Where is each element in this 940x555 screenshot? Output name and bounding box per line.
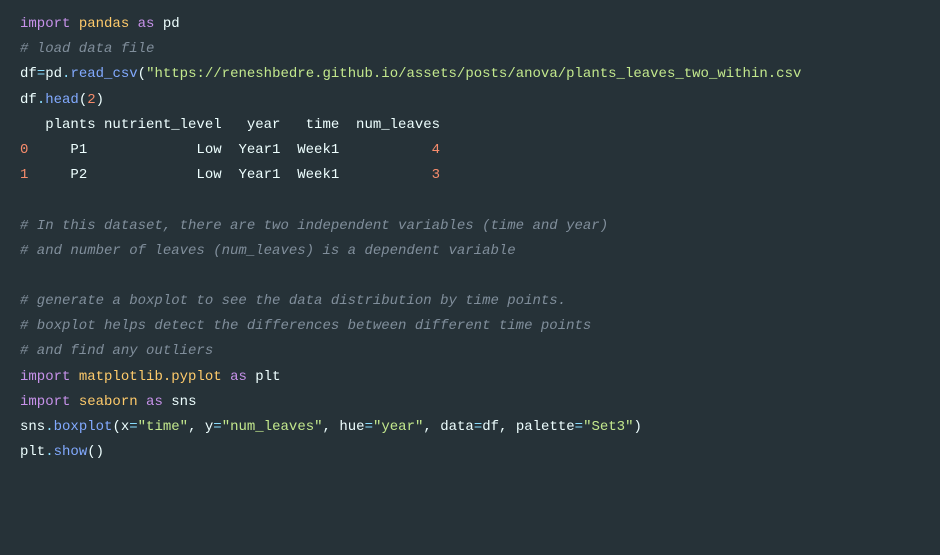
comma1: ,	[188, 419, 205, 435]
lparen3: (	[112, 419, 120, 435]
keyword-import: import	[20, 16, 70, 32]
alias-pd: pd	[163, 16, 180, 32]
comment-dataset-1: # In this dataset, there are two indepen…	[20, 218, 608, 234]
comment-boxplot-1: # generate a boxplot to see the data dis…	[20, 293, 566, 309]
module-pandas: pandas	[79, 16, 129, 32]
keyword-import-3: import	[20, 394, 70, 410]
keyword-import-2: import	[20, 369, 70, 385]
table-row-1: 1 P2 Low Year1 Week1 3	[20, 167, 440, 183]
comment-boxplot-3: # and find any outliers	[20, 343, 213, 359]
keyword-as: as	[138, 16, 155, 32]
rparen3: )	[633, 419, 641, 435]
kwarg-hue: hue	[339, 419, 364, 435]
line-import-sns: import seaborn as sns	[20, 394, 196, 410]
row-0-num: 4	[432, 142, 440, 158]
str-set3: "Set3"	[583, 419, 633, 435]
str-time: "time"	[138, 419, 188, 435]
lparen: (	[138, 66, 146, 82]
var-df3: df	[482, 419, 499, 435]
fn-readcsv: read_csv	[70, 66, 137, 82]
rparen4: )	[96, 444, 104, 460]
var-df: df	[20, 66, 37, 82]
obj-plt: plt	[20, 444, 45, 460]
eq-y: =	[213, 419, 221, 435]
var-df2: df	[20, 92, 37, 108]
fn-show: show	[54, 444, 88, 460]
alias-sns: sns	[171, 394, 196, 410]
fn-head: head	[45, 92, 79, 108]
dot2: .	[37, 92, 45, 108]
comma2: ,	[323, 419, 340, 435]
eq-data: =	[474, 419, 482, 435]
line-1: import pandas as pd	[20, 16, 180, 32]
comment-boxplot-2: # boxplot helps detect the differences b…	[20, 318, 591, 334]
comma4: ,	[499, 419, 516, 435]
lparen4: (	[87, 444, 95, 460]
keyword-as-3: as	[146, 394, 163, 410]
row-1-num: 3	[432, 167, 440, 183]
fn-boxplot: boxplot	[54, 419, 113, 435]
line-head: df.head(2)	[20, 92, 104, 108]
line-import-mpl: import matplotlib.pyplot as plt	[20, 369, 281, 385]
str-year: "year"	[373, 419, 423, 435]
line-boxplot: sns.boxplot(x="time", y="num_leaves", hu…	[20, 419, 642, 435]
comment-load: # load data file	[20, 41, 154, 57]
str-url: "https://reneshbedre.github.io/assets/po…	[146, 66, 801, 82]
module-seaborn: seaborn	[79, 394, 138, 410]
row-1-body: P2 Low Year1 Week1	[28, 167, 431, 183]
row-0-body: P1 Low Year1 Week1	[28, 142, 431, 158]
kwarg-data: data	[440, 419, 474, 435]
table-row-0: 0 P1 Low Year1 Week1 4	[20, 142, 440, 158]
kwarg-palette: palette	[516, 419, 575, 435]
obj-sns: sns	[20, 419, 45, 435]
table-header: plants nutrient_level year time num_leav…	[20, 117, 440, 133]
line-show: plt.show()	[20, 444, 104, 460]
num-2: 2	[87, 92, 95, 108]
eq-x: =	[129, 419, 137, 435]
dot3: .	[45, 419, 53, 435]
str-numleaves: "num_leaves"	[222, 419, 323, 435]
eq-hue: =	[365, 419, 373, 435]
code-block: import pandas as pd # load data file df=…	[0, 0, 940, 477]
lparen2: (	[79, 92, 87, 108]
keyword-as-2: as	[230, 369, 247, 385]
module-mpl: matplotlib.pyplot	[79, 369, 222, 385]
line-readcsv: df=pd.read_csv("https://reneshbedre.gith…	[20, 66, 801, 82]
alias-plt: plt	[255, 369, 280, 385]
comment-dataset-2: # and number of leaves (num_leaves) is a…	[20, 243, 516, 259]
dot4: .	[45, 444, 53, 460]
kwarg-x: x	[121, 419, 129, 435]
op-eq: =	[37, 66, 45, 82]
comma3: ,	[423, 419, 440, 435]
eq-pal: =	[575, 419, 583, 435]
obj-pd: pd	[45, 66, 62, 82]
rparen2: )	[96, 92, 104, 108]
